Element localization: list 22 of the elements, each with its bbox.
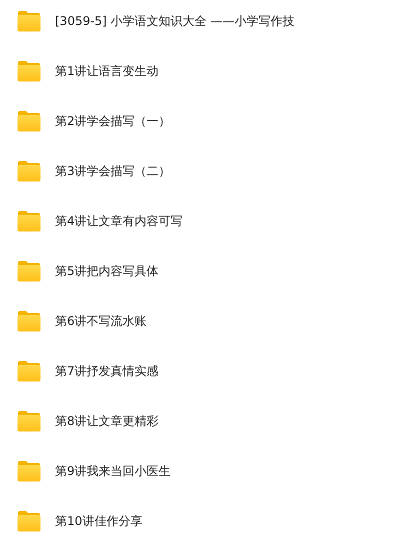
folder-icon [17,260,41,282]
folder-icon [17,360,41,382]
folder-icon [17,60,41,82]
folder-icon [17,510,41,532]
folder-name: 第2讲学会描写（一） [55,113,171,130]
folder-name: 第1讲让语言变生动 [55,63,159,80]
folder-icon [17,460,41,482]
folder-name: 第8讲让文章更精彩 [55,413,159,430]
folder-name: 第6讲不写流水账 [55,313,147,330]
folder-name: 第5讲把内容写具体 [55,263,159,280]
folder-icon [17,110,41,132]
folder-icon [17,310,41,332]
folder-name: 第4讲让文章有内容可写 [55,213,183,230]
folder-icon [17,210,41,232]
folder-icon [17,410,41,432]
folder-name: 第10讲佳作分享 [55,513,142,530]
folder-name: 第9讲我来当回小医生 [55,463,171,480]
folder-name: 第3讲学会描写（二） [55,163,171,180]
folder-icon [17,10,41,32]
folder-name: [3059-5] 小学语文知识大全 ——小学写作技 [55,13,294,30]
folder-icon [17,160,41,182]
folder-name: 第7讲抒发真情实感 [55,363,159,380]
